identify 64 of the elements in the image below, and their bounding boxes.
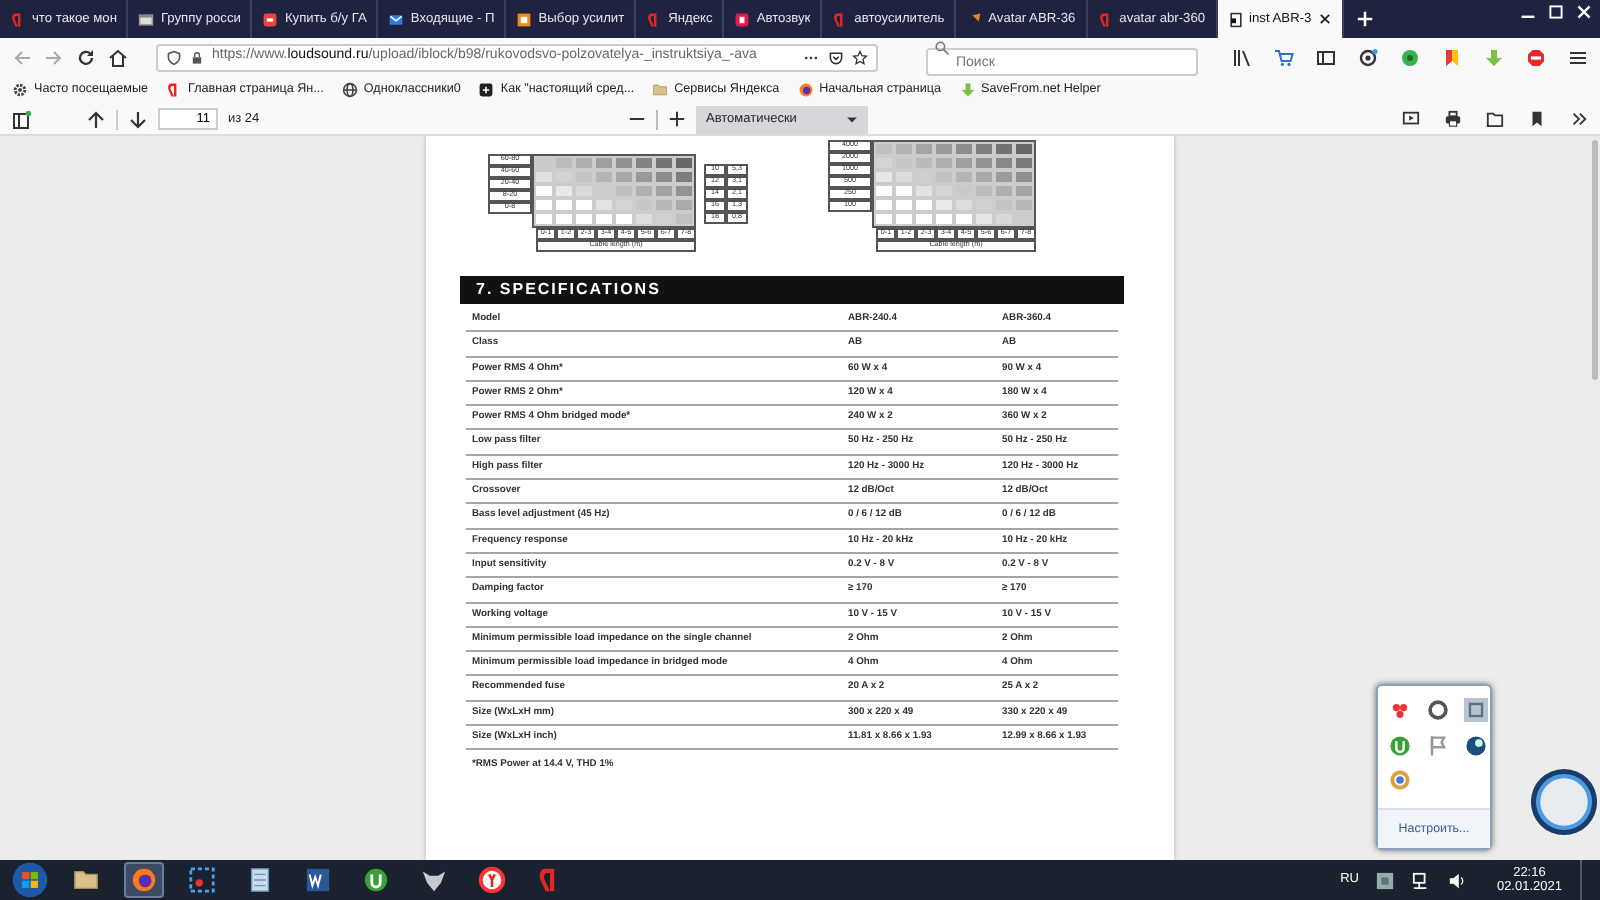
document-icon [304,866,332,894]
flag-icon[interactable] [1426,733,1450,758]
tray-app-icon[interactable] [1376,871,1395,889]
page-down-icon[interactable] [128,109,148,129]
ring-icon[interactable] [1426,698,1450,722]
search-icon [934,39,950,55]
monitor-icon[interactable] [1464,698,1488,722]
tray-app-icon[interactable] [1388,698,1412,722]
close-icon[interactable] [1317,12,1332,26]
chrome-icon[interactable] [1388,768,1412,793]
document-icon [1227,11,1244,27]
browser-icon [478,866,506,894]
open-file-icon[interactable] [1486,110,1504,128]
firefox-icon [797,82,814,98]
bookmark-flag-icon[interactable] [1442,47,1462,67]
folder-icon [652,82,669,98]
start-icon[interactable] [12,862,48,898]
notepad-icon [246,866,274,894]
square-icon [734,11,751,27]
pocket-icon[interactable] [828,49,844,65]
gadget-icon[interactable] [1528,766,1600,838]
section-header: 7. SPECIFICATIONS [460,276,1124,304]
home-icon[interactable] [108,47,128,67]
globe-icon [341,82,358,98]
caret-icon [846,113,858,125]
library-icon[interactable] [1232,47,1252,67]
print-icon[interactable] [1444,110,1462,128]
envelope-icon [388,11,405,27]
cart-icon[interactable] [1274,47,1294,67]
scrollbar[interactable] [1592,140,1598,380]
gear-icon [12,82,28,98]
presentation-icon[interactable] [1402,110,1420,128]
firefox-icon [130,866,158,894]
grid-icon [516,11,533,27]
bookmark-icon[interactable] [1528,110,1546,128]
star-icon[interactable] [852,49,868,65]
steam-icon[interactable] [1464,733,1488,758]
yandex-icon [1097,11,1114,27]
window-icon [138,11,155,27]
account-icon[interactable] [1358,47,1378,67]
shield-icon [166,49,182,65]
reload-icon[interactable] [76,47,96,67]
yandex-icon [10,11,26,27]
chevrons-icon[interactable] [1570,110,1588,128]
new-tab-icon[interactable] [1355,10,1374,28]
torrent-icon [362,866,390,894]
maximize-icon[interactable] [1548,4,1564,20]
menu-icon[interactable] [1568,47,1588,67]
extension-icon[interactable] [1400,47,1420,67]
torrent-icon[interactable] [1388,733,1412,758]
network-icon[interactable] [1412,871,1431,889]
wolf-icon [420,866,448,894]
sidebar-toggle-icon[interactable] [12,109,32,129]
download-icon [959,82,976,98]
volume-icon[interactable] [1448,871,1467,889]
adblock-icon[interactable] [1526,47,1546,67]
lock-icon [190,49,204,65]
page-up-icon[interactable] [86,109,106,129]
scissors-icon [188,866,216,894]
folder-icon [72,866,100,894]
zoom-in-icon[interactable] [668,110,686,128]
shop-icon [262,11,279,27]
square-icon [478,82,495,98]
sidebar-icon[interactable] [1316,47,1336,67]
